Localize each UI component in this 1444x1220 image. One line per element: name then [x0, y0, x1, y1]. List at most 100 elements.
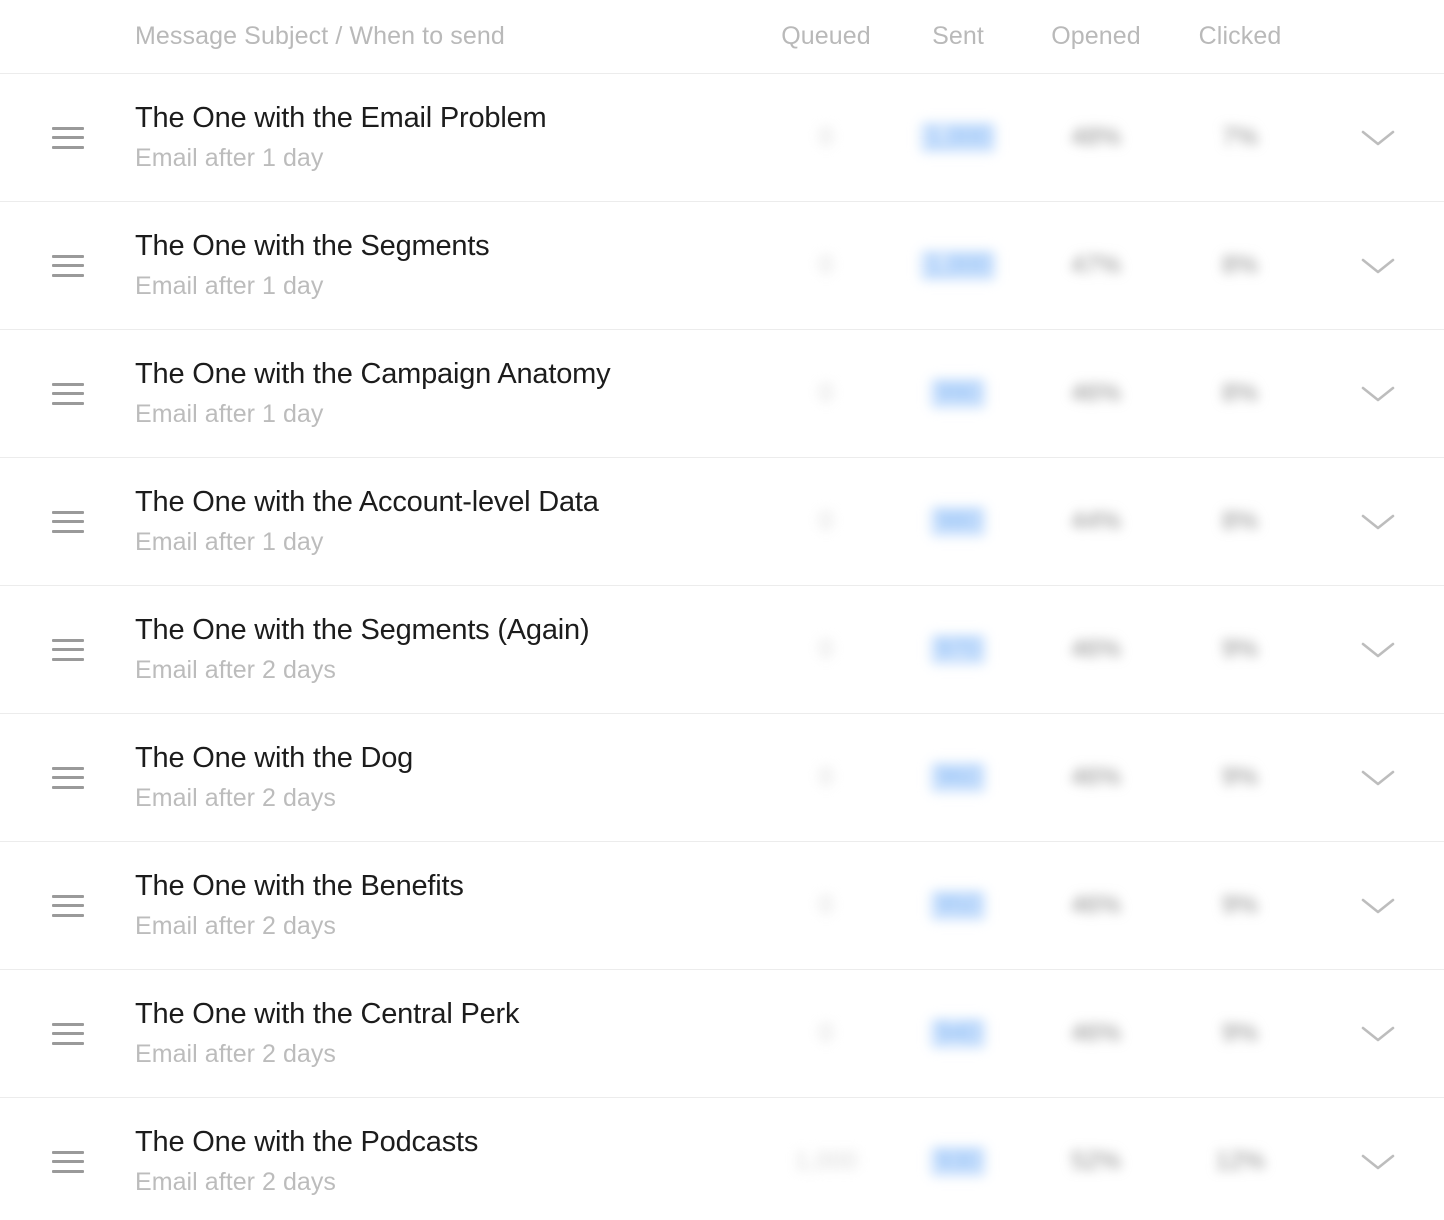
expand-row-button[interactable]	[1312, 714, 1444, 841]
chevron-down-icon[interactable]	[1358, 894, 1398, 918]
opened-cell: 46%	[1024, 586, 1168, 713]
queued-value: 0	[812, 1018, 840, 1049]
drag-handle-cell[interactable]	[0, 383, 135, 405]
queued-cell: 1,000	[760, 1098, 892, 1220]
queued-cell: 0	[760, 842, 892, 969]
opened-value: 48%	[1064, 122, 1128, 153]
sent-value: 990	[930, 378, 986, 409]
opened-cell: 46%	[1024, 714, 1168, 841]
drag-handle-cell[interactable]	[0, 255, 135, 277]
chevron-down-icon[interactable]	[1358, 638, 1398, 662]
message-subject-cell[interactable]: The One with the Podcasts Email after 2 …	[135, 1126, 760, 1197]
sent-cell: 990	[892, 330, 1024, 457]
clicked-cell: 8%	[1168, 330, 1312, 457]
column-header-sent: Sent	[892, 22, 1024, 51]
sent-value: 950	[930, 890, 986, 921]
drag-handle-cell[interactable]	[0, 767, 135, 789]
message-send-delay: Email after 1 day	[135, 144, 760, 173]
table-row[interactable]: The One with the Central Perk Email afte…	[0, 970, 1444, 1098]
chevron-down-icon[interactable]	[1358, 766, 1398, 790]
message-send-delay: Email after 2 days	[135, 656, 760, 685]
message-subject-cell[interactable]: The One with the Benefits Email after 2 …	[135, 870, 760, 941]
message-title: The One with the Segments (Again)	[135, 614, 760, 647]
message-title: The One with the Segments	[135, 230, 760, 263]
message-subject-cell[interactable]: The One with the Email Problem Email aft…	[135, 102, 760, 173]
sent-value: 1,000	[920, 250, 997, 281]
table-row[interactable]: The One with the Podcasts Email after 2 …	[0, 1098, 1444, 1220]
clicked-cell: 7%	[1168, 74, 1312, 201]
expand-row-button[interactable]	[1312, 842, 1444, 969]
table-row[interactable]: The One with the Segments (Again) Email …	[0, 586, 1444, 714]
expand-row-button[interactable]	[1312, 202, 1444, 329]
sent-cell: 970	[892, 586, 1024, 713]
drag-handle-icon[interactable]	[52, 511, 84, 533]
expand-row-button[interactable]	[1312, 74, 1444, 201]
message-subject-cell[interactable]: The One with the Segments (Again) Email …	[135, 614, 760, 685]
queued-value: 0	[812, 634, 840, 665]
sent-value: 1,000	[920, 122, 997, 153]
sent-cell: 930	[892, 1098, 1024, 1220]
drag-handle-icon[interactable]	[52, 255, 84, 277]
sent-cell: 1,000	[892, 74, 1024, 201]
opened-value: 52%	[1064, 1146, 1128, 1177]
drag-handle-icon[interactable]	[52, 895, 84, 917]
opened-cell: 46%	[1024, 970, 1168, 1097]
sent-value: 980	[930, 506, 986, 537]
message-subject-cell[interactable]: The One with the Account-level Data Emai…	[135, 486, 760, 557]
chevron-down-icon[interactable]	[1358, 254, 1398, 278]
opened-value: 46%	[1064, 1018, 1128, 1049]
queued-cell: 0	[760, 586, 892, 713]
table-row[interactable]: The One with the Dog Email after 2 days …	[0, 714, 1444, 842]
message-subject-cell[interactable]: The One with the Central Perk Email afte…	[135, 998, 760, 1069]
clicked-value: 8%	[1215, 506, 1265, 537]
drag-handle-icon[interactable]	[52, 383, 84, 405]
drag-handle-cell[interactable]	[0, 639, 135, 661]
drag-handle-cell[interactable]	[0, 1023, 135, 1045]
message-subject-cell[interactable]: The One with the Dog Email after 2 days	[135, 742, 760, 813]
queued-cell: 0	[760, 74, 892, 201]
opened-value: 47%	[1064, 250, 1128, 281]
drag-handle-cell[interactable]	[0, 895, 135, 917]
table-row[interactable]: The One with the Account-level Data Emai…	[0, 458, 1444, 586]
sent-value: 940	[930, 1018, 986, 1049]
expand-row-button[interactable]	[1312, 330, 1444, 457]
expand-row-button[interactable]	[1312, 1098, 1444, 1220]
drag-handle-icon[interactable]	[52, 639, 84, 661]
chevron-down-icon[interactable]	[1358, 126, 1398, 150]
chevron-down-icon[interactable]	[1358, 1150, 1398, 1174]
drag-handle-icon[interactable]	[52, 1023, 84, 1045]
chevron-down-icon[interactable]	[1358, 1022, 1398, 1046]
opened-value: 44%	[1064, 506, 1128, 537]
message-title: The One with the Email Problem	[135, 102, 760, 135]
clicked-value: 9%	[1215, 634, 1265, 665]
queued-value: 0	[812, 506, 840, 537]
opened-cell: 48%	[1024, 74, 1168, 201]
drag-handle-cell[interactable]	[0, 511, 135, 533]
message-send-delay: Email after 2 days	[135, 1040, 760, 1069]
queued-value: 0	[812, 122, 840, 153]
drag-handle-cell[interactable]	[0, 127, 135, 149]
drag-handle-icon[interactable]	[52, 1151, 84, 1173]
chevron-down-icon[interactable]	[1358, 382, 1398, 406]
message-subject-cell[interactable]: The One with the Segments Email after 1 …	[135, 230, 760, 301]
table-row[interactable]: The One with the Benefits Email after 2 …	[0, 842, 1444, 970]
drag-handle-icon[interactable]	[52, 767, 84, 789]
expand-row-button[interactable]	[1312, 458, 1444, 585]
column-header-queued: Queued	[760, 22, 892, 51]
message-send-delay: Email after 1 day	[135, 400, 760, 429]
drag-handle-icon[interactable]	[52, 127, 84, 149]
table-row[interactable]: The One with the Segments Email after 1 …	[0, 202, 1444, 330]
expand-row-button[interactable]	[1312, 586, 1444, 713]
opened-cell: 44%	[1024, 458, 1168, 585]
table-row[interactable]: The One with the Email Problem Email aft…	[0, 74, 1444, 202]
clicked-cell: 9%	[1168, 842, 1312, 969]
drag-handle-cell[interactable]	[0, 1151, 135, 1173]
message-subject-cell[interactable]: The One with the Campaign Anatomy Email …	[135, 358, 760, 429]
expand-row-button[interactable]	[1312, 970, 1444, 1097]
message-title: The One with the Account-level Data	[135, 486, 760, 519]
clicked-cell: 9%	[1168, 586, 1312, 713]
message-send-delay: Email after 1 day	[135, 272, 760, 301]
message-send-delay: Email after 2 days	[135, 912, 760, 941]
table-row[interactable]: The One with the Campaign Anatomy Email …	[0, 330, 1444, 458]
chevron-down-icon[interactable]	[1358, 510, 1398, 534]
